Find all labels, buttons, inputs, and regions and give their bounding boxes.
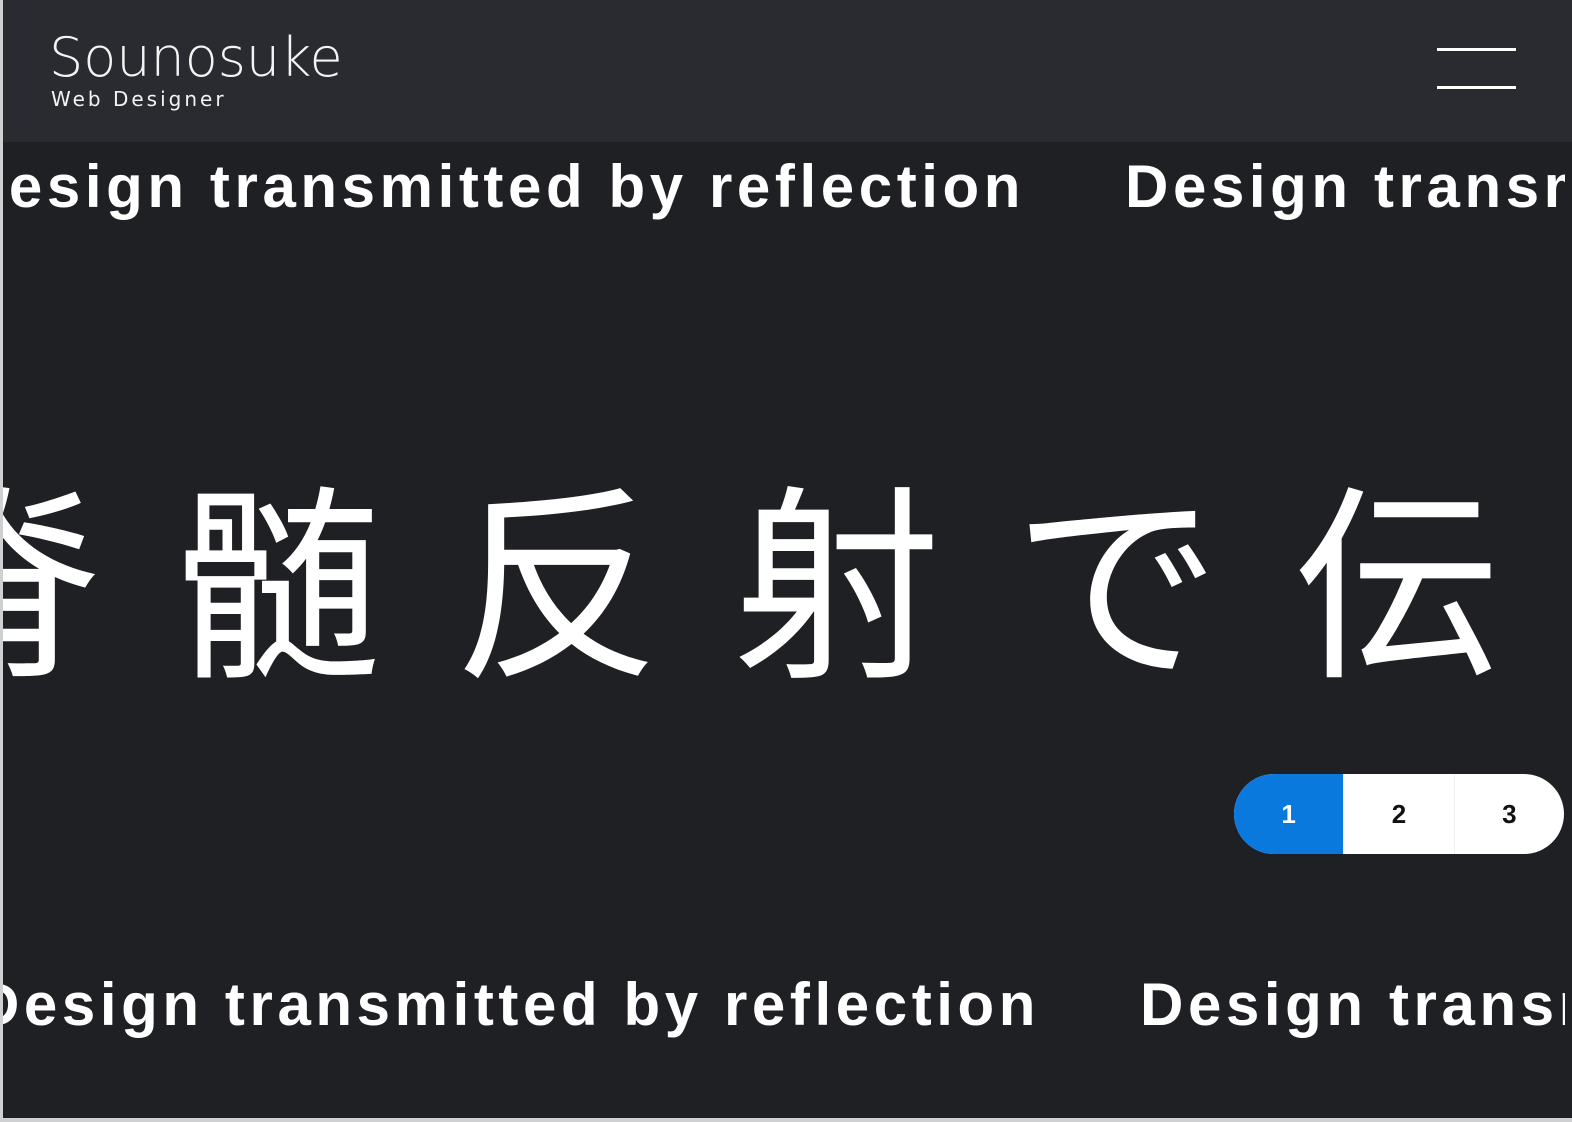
marquee-text: Design transmitted by reflection [3, 971, 1041, 1038]
pager-item-3[interactable]: 3 [1453, 774, 1564, 854]
menu-line-bottom [1437, 86, 1516, 89]
marquee-bottom-track: Design transmitted by reflection Design t… [3, 970, 1565, 1040]
slide-pager: 1 2 3 [1234, 774, 1564, 854]
logo-name: Sounosuke [49, 26, 343, 89]
marquee-text: Design transmitted by reflection [3, 153, 1026, 220]
hamburger-menu-icon[interactable] [1431, 40, 1521, 96]
marquee-top: Design transmitted by reflection Design t… [3, 152, 1565, 222]
marquee-bottom: Design transmitted by reflection Design t… [3, 970, 1565, 1040]
menu-line-top [1437, 48, 1516, 51]
site-header: Sounosuke Web Designer [3, 0, 1572, 142]
logo-subtitle: Web Designer [51, 87, 227, 111]
bottom-frame-edge [0, 1118, 1572, 1122]
pager-item-2[interactable]: 2 [1343, 774, 1453, 854]
pager-item-1[interactable]: 1 [1234, 774, 1344, 854]
hero-title-text: 脊髄反射で伝 [3, 470, 1565, 710]
marquee-text: Design transmitted by reflection [1140, 971, 1565, 1038]
marquee-text: Design transmitted by reflection [1125, 153, 1565, 220]
page: Sounosuke Web Designer Design transmitte… [0, 0, 1572, 1122]
hero-title: 脊髄反射で伝 [3, 470, 1565, 710]
site-logo[interactable]: Sounosuke Web Designer [49, 26, 343, 110]
marquee-top-track: Design transmitted by reflection Design t… [3, 152, 1565, 222]
